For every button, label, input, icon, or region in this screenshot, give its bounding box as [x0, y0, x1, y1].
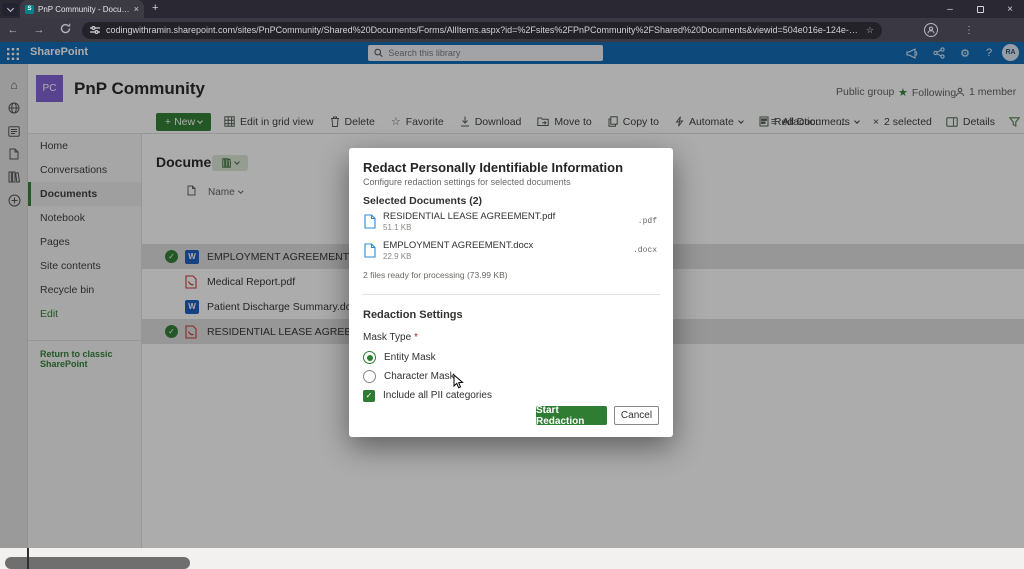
tab-title: PnP Community - Documents - [38, 5, 130, 14]
dialog-title: Redact Personally Identifiable Informati… [363, 160, 623, 175]
bookmark-star-icon[interactable]: ☆ [866, 25, 874, 36]
address-bar[interactable]: codingwithramin.sharepoint.com/sites/PnP… [82, 22, 882, 39]
maximize-icon [977, 6, 984, 13]
tab-search-button[interactable] [2, 3, 18, 16]
person-icon [927, 26, 935, 34]
file-name: EMPLOYMENT AGREEMENT.docx [383, 240, 533, 251]
browser-tab[interactable]: S PnP Community - Documents - × [20, 0, 144, 18]
radio-label: Character Mask [384, 371, 455, 382]
required-asterisk: * [414, 332, 418, 343]
file-extension-badge: .docx [633, 246, 657, 255]
file-size: 51.1 KB [383, 223, 411, 232]
redaction-dialog: Redact Personally Identifiable Informati… [349, 148, 673, 437]
window-minimize-button[interactable]: – [936, 0, 964, 18]
browser-urlbar: ← → codingwithramin.sharepoint.com/sites… [0, 18, 1024, 42]
sharepoint-favicon-icon: S [25, 5, 34, 14]
window-maximize-button[interactable] [966, 0, 994, 18]
file-extension-badge: .pdf [638, 217, 657, 226]
radio-entity-mask[interactable]: Entity Mask [363, 350, 436, 365]
checkbox-label: Include all PII categories [383, 390, 492, 401]
radio-selected-icon[interactable] [363, 351, 376, 364]
dialog-subtitle: Configure redaction settings for selecte… [363, 177, 571, 187]
radio-unselected-icon[interactable] [363, 370, 376, 383]
file-name: RESIDENTIAL LEASE AGREEMENT.pdf [383, 211, 555, 222]
url-text: codingwithramin.sharepoint.com/sites/PnP… [106, 25, 860, 35]
forward-button[interactable]: → [26, 24, 52, 36]
radio-character-mask[interactable]: Character Mask [363, 369, 455, 384]
marker-line [27, 548, 29, 569]
dialog-divider [362, 294, 660, 295]
window-close-button[interactable]: × [996, 0, 1024, 18]
include-pii-checkbox[interactable]: ✓ Include all PII categories [363, 388, 492, 403]
files-summary: 2 files ready for processing (73.99 KB) [363, 270, 508, 280]
bottom-strip [0, 548, 1024, 569]
mask-type-text: Mask Type [363, 332, 411, 343]
browser-titlebar: S PnP Community - Documents - × + – × [0, 0, 1024, 18]
chevron-down-icon [6, 5, 13, 12]
file-icon [364, 214, 376, 234]
file-size: 22.9 KB [383, 252, 411, 261]
file-icon [364, 243, 376, 263]
selected-documents-heading: Selected Documents (2) [363, 195, 482, 207]
mask-type-label: Mask Type * [363, 332, 418, 343]
back-button[interactable]: ← [0, 24, 26, 36]
site-info-icon[interactable] [90, 25, 100, 35]
redaction-settings-heading: Redaction Settings [363, 309, 463, 321]
cancel-button[interactable]: Cancel [614, 406, 659, 425]
checkbox-checked-icon[interactable]: ✓ [363, 390, 375, 402]
reload-button[interactable] [52, 23, 78, 37]
mouse-cursor [453, 374, 465, 395]
list-item: EMPLOYMENT AGREEMENT.docx 22.9 KB .docx [363, 240, 659, 266]
radio-label: Entity Mask [384, 352, 436, 363]
browser-profile-icon[interactable] [924, 23, 938, 37]
tab-close-icon[interactable]: × [134, 4, 139, 14]
browser-menu-icon[interactable]: ⋮ [964, 25, 974, 36]
new-tab-button[interactable]: + [152, 2, 158, 14]
list-item: RESIDENTIAL LEASE AGREEMENT.pdf 51.1 KB … [363, 211, 659, 237]
horizontal-scrollbar[interactable] [5, 557, 190, 569]
start-redaction-button[interactable]: Start Redaction [536, 406, 607, 425]
reload-icon [60, 23, 71, 34]
